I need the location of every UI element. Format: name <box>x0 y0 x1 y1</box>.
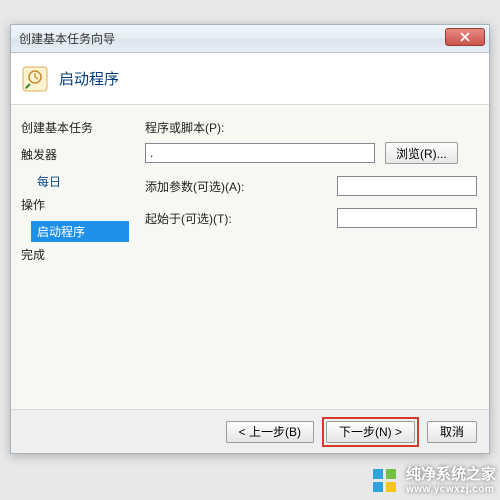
sidebar: 创建基本任务 触发器 每日 操作 启动程序 完成 <box>11 105 129 409</box>
next-button[interactable]: 下一步(N) > <box>326 421 415 443</box>
next-button-highlight: 下一步(N) > <box>322 417 419 447</box>
watermark-title: 纯净系统之家 <box>406 467 496 484</box>
form-row-program-input: 浏览(R)... <box>145 142 483 164</box>
startin-label: 起始于(可选)(T): <box>145 210 265 227</box>
form-row-startin: 起始于(可选)(T): <box>145 208 483 228</box>
form-area: 程序或脚本(P): 浏览(R)... 添加参数(可选)(A): 起始于(可选)(… <box>129 105 489 409</box>
form-row-args: 添加参数(可选)(A): <box>145 176 483 196</box>
browse-button[interactable]: 浏览(R)... <box>385 142 458 164</box>
wizard-footer: < 上一步(B) 下一步(N) > 取消 <box>11 409 489 453</box>
args-label: 添加参数(可选)(A): <box>145 178 265 195</box>
cancel-button[interactable]: 取消 <box>427 421 477 443</box>
wizard-header: 启动程序 <box>11 53 489 105</box>
page-title: 启动程序 <box>59 68 119 89</box>
watermark: 纯净系统之家 www.ycwxzj.com <box>370 466 496 496</box>
close-button[interactable] <box>445 28 485 46</box>
program-label: 程序或脚本(P): <box>145 119 237 136</box>
args-input[interactable] <box>337 176 477 196</box>
program-input[interactable] <box>145 143 375 163</box>
close-icon <box>460 32 470 42</box>
wizard-icon <box>21 65 49 93</box>
watermark-logo-icon <box>370 466 400 496</box>
wizard-body: 创建基本任务 触发器 每日 操作 启动程序 完成 程序或脚本(P): 浏览(R)… <box>11 105 489 409</box>
back-button[interactable]: < 上一步(B) <box>226 421 314 443</box>
wizard-window: 创建基本任务向导 启动程序 创建基本任务 触发器 每日 操作 启动程序 完成 <box>10 24 490 454</box>
sidebar-item-trigger[interactable]: 触发器 <box>21 144 129 165</box>
watermark-url: www.ycwxzj.com <box>406 484 496 495</box>
sidebar-item-create-task[interactable]: 创建基本任务 <box>21 117 129 138</box>
startin-input[interactable] <box>337 208 477 228</box>
sidebar-item-start-program[interactable]: 启动程序 <box>31 221 129 242</box>
form-row-program: 程序或脚本(P): <box>145 119 483 136</box>
sidebar-item-finish[interactable]: 完成 <box>21 244 129 265</box>
titlebar: 创建基本任务向导 <box>11 25 489 53</box>
sidebar-item-action[interactable]: 操作 <box>21 194 129 215</box>
sidebar-item-daily[interactable]: 每日 <box>31 171 129 192</box>
window-title: 创建基本任务向导 <box>19 30 115 47</box>
watermark-text: 纯净系统之家 www.ycwxzj.com <box>406 467 496 495</box>
